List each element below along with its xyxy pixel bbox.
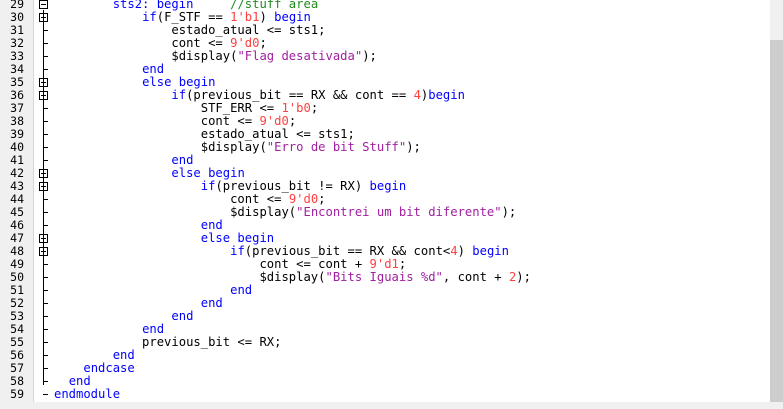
code-token: $display(	[54, 49, 238, 63]
code-token: (previous_bit == RX && cont ==	[186, 88, 414, 102]
code-editor[interactable]: 29 sts2: begin //stuff area 30 if(F_STF =…	[0, 0, 783, 409]
code-token: 4	[413, 88, 421, 102]
code-token: estado_atual <= sts1;	[54, 127, 355, 141]
code-token: else begin	[142, 75, 216, 89]
code-token: previous_bit <= RX;	[54, 335, 282, 349]
code-token: "Encontrei um bit diferente"	[296, 205, 502, 219]
code-token: end	[142, 62, 165, 76]
code-token: );	[362, 49, 377, 63]
code-token: 1'b1	[230, 10, 260, 24]
code-token: endmodule	[54, 387, 121, 401]
code-token: $display(	[54, 205, 297, 219]
horizontal-scrollbar[interactable]	[0, 402, 783, 409]
code-token: (previous_bit != RX)	[215, 179, 370, 193]
code-token: );	[501, 205, 517, 219]
code-token: else begin	[171, 166, 245, 180]
code-token: ;	[318, 192, 326, 206]
code-token: cont <=	[54, 192, 289, 206]
fold-collapse-icon[interactable]	[39, 0, 48, 9]
code-token: cont <=	[54, 114, 260, 128]
code-token: (F_STF ==	[156, 10, 231, 24]
code-token: end	[200, 218, 223, 232]
code-token: 9'd0	[288, 192, 319, 206]
code-token: $display(	[54, 140, 267, 154]
code-token: 9'd1	[369, 257, 399, 271]
code-line[interactable]: 59 endmodule	[0, 388, 770, 401]
code-token: if	[230, 244, 245, 258]
code-token: ;	[398, 257, 407, 271]
code-token: end	[68, 374, 91, 388]
code-token: )	[259, 10, 275, 24]
code-token: STF_ERR <=	[54, 101, 282, 115]
code-token: cont <= cont +	[54, 257, 370, 271]
code-token: if	[171, 88, 187, 102]
code-token: end	[230, 283, 253, 297]
code-token: "Flag desativada"	[237, 49, 363, 63]
code-token: "Erro de bit Stuff"	[266, 140, 407, 154]
code-token: else begin	[200, 231, 275, 245]
code-token: begin	[274, 10, 311, 24]
code-token: endcase	[83, 361, 135, 375]
code-token: begin	[472, 244, 509, 258]
fold-guide-line	[43, 10, 44, 385]
code-token: 4	[450, 244, 458, 258]
code-token: $display(	[54, 270, 326, 284]
code-token: end	[112, 348, 135, 362]
code-token: (previous_bit == RX && cont<	[244, 244, 451, 258]
code-token: end	[171, 309, 194, 323]
code-token: estado_atual <= sts1;	[54, 23, 326, 37]
code-token: );	[516, 270, 531, 284]
code-token: 9'd0	[259, 114, 289, 128]
code-line[interactable]: 57 endcase	[0, 362, 770, 375]
code-token: end	[200, 296, 223, 310]
code-token: , cont +	[442, 270, 509, 284]
code-token: "Bits Iguais %d"	[325, 270, 443, 284]
code-token: ;	[310, 101, 319, 115]
code-token: begin	[369, 179, 407, 193]
code-token: end	[171, 153, 194, 167]
code-token: ;	[288, 114, 297, 128]
vertical-scrollbar-thumb[interactable]	[770, 40, 783, 402]
code-token: if	[142, 10, 157, 24]
code-token: end	[142, 322, 165, 336]
code-token: 9'd0	[230, 36, 260, 50]
code-token: if	[200, 179, 216, 193]
code-token: begin	[428, 88, 465, 102]
code-text[interactable]: endmodule	[54, 388, 120, 401]
code-token: );	[406, 140, 421, 154]
code-token: ;	[259, 36, 267, 50]
code-token: )	[457, 244, 473, 258]
fold-tick	[43, 394, 48, 395]
code-token: 1'b0	[281, 101, 311, 115]
code-token: cont <=	[54, 36, 231, 50]
